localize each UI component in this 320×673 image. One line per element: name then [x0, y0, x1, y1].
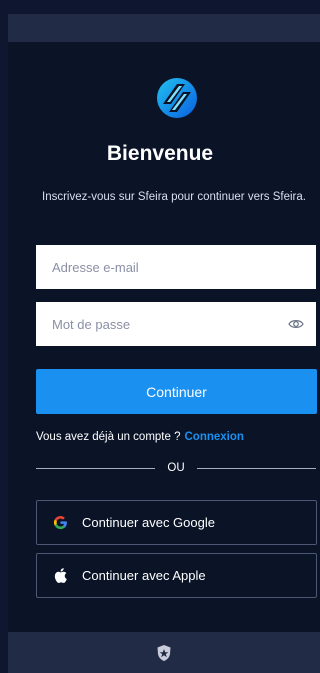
footer-bar: [8, 632, 320, 673]
password-field[interactable]: [36, 302, 316, 346]
google-button-label: Continuer avec Google: [82, 515, 215, 530]
google-icon: [52, 515, 68, 531]
or-text: OU: [167, 462, 185, 474]
divider-line-left: [36, 467, 156, 469]
apple-signin-button[interactable]: Continuer avec Apple: [36, 553, 317, 598]
login-link[interactable]: Connexion: [185, 431, 244, 443]
or-divider: OU: [36, 460, 316, 476]
apple-button-label: Continuer avec Apple: [82, 568, 206, 583]
top-bar: [8, 14, 320, 42]
page-title: Bienvenue: [106, 142, 214, 165]
divider-line-right: [196, 467, 316, 469]
continue-button[interactable]: Continuer: [36, 369, 317, 414]
google-signin-button[interactable]: Continuer avec Google: [36, 500, 317, 545]
login-prompt: Vous avez déjà un compte ? Connexion: [36, 431, 316, 443]
email-field[interactable]: [36, 245, 316, 289]
shield-icon: [157, 644, 171, 661]
page-subtitle: Inscrivez-vous sur Sfeira pour continuer…: [42, 191, 306, 203]
eye-icon[interactable]: [288, 317, 304, 331]
have-account-text: Vous avez déjà un compte ?: [36, 431, 181, 443]
sfeira-logo: [157, 78, 197, 118]
apple-icon: [52, 568, 68, 584]
